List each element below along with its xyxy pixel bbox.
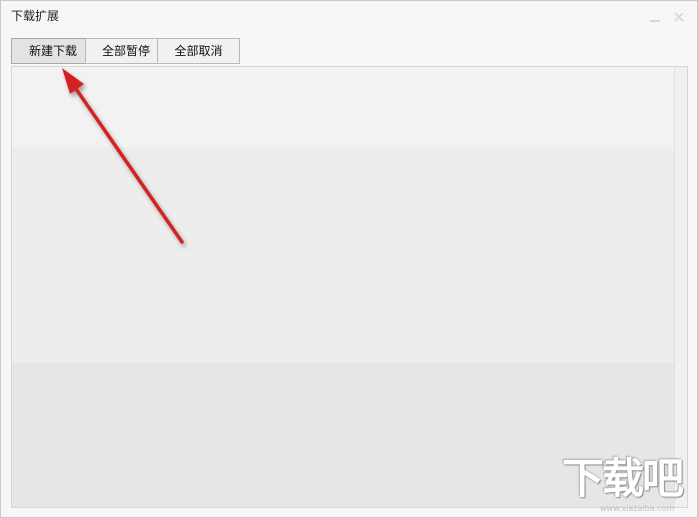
download-list-panel[interactable] — [11, 66, 688, 508]
watermark-url: www.xiazaiba.com — [600, 504, 675, 513]
minimize-icon[interactable] — [647, 9, 663, 25]
window-title: 下载扩展 — [11, 9, 60, 23]
close-icon[interactable] — [671, 9, 687, 25]
vertical-scrollbar[interactable] — [674, 67, 687, 507]
title-bar: 下载扩展 — [1, 1, 697, 31]
new-download-button[interactable]: 新建下载 — [11, 38, 95, 64]
watermark-text: 下载吧 — [562, 454, 684, 503]
pause-all-button[interactable]: 全部暂停 — [85, 38, 167, 64]
download-extension-window: 下载扩展 新建下载 全部暂停 全部取消 — [0, 0, 698, 518]
cancel-all-button[interactable]: 全部取消 — [157, 38, 240, 64]
watermark-logo: 下载吧 www.xiazaiba.com — [560, 456, 696, 514]
